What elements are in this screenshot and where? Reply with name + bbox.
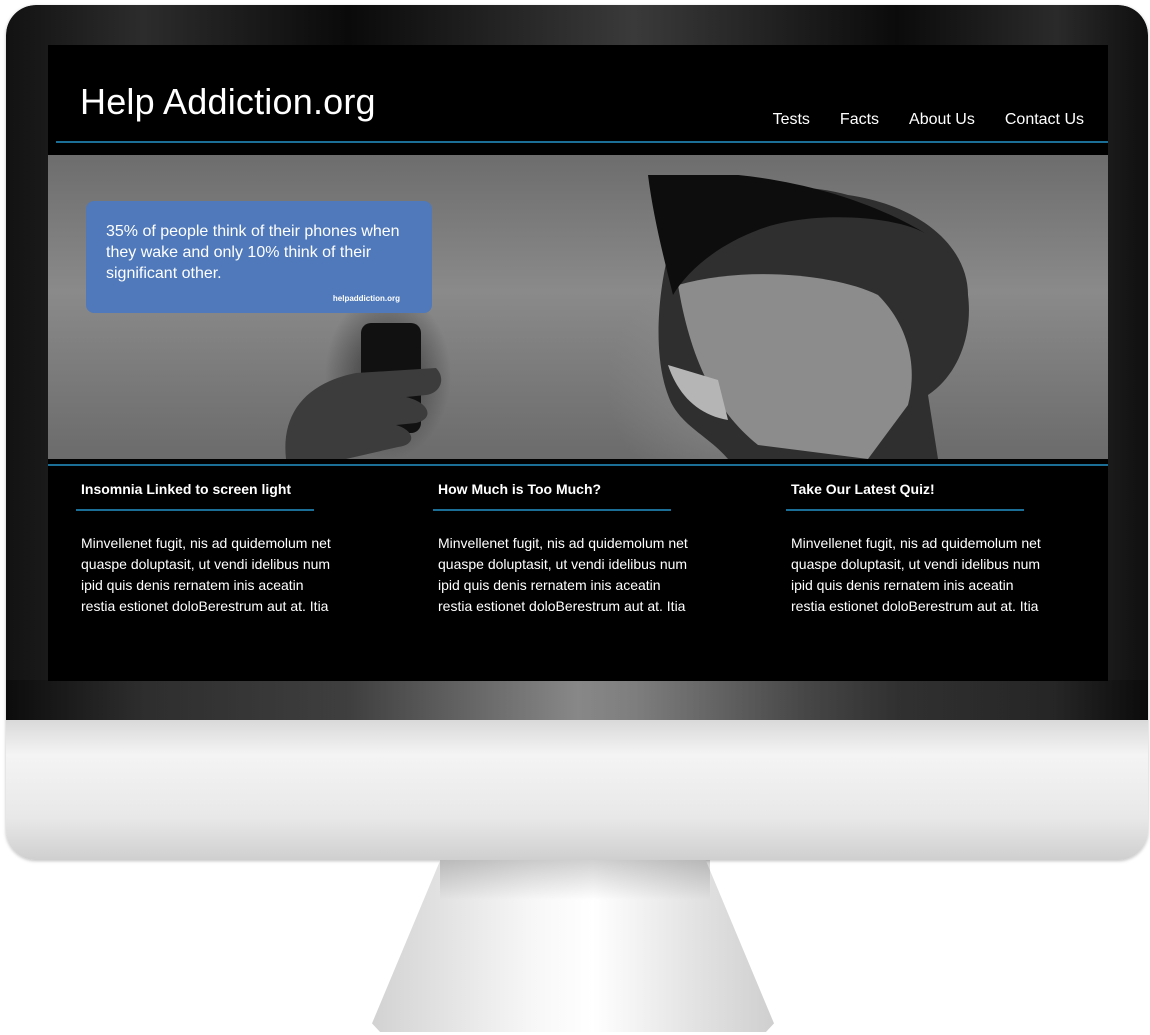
stat-callout: 35% of people think of their phones when… xyxy=(86,201,432,313)
person-head-illustration xyxy=(648,175,969,459)
site-logo[interactable]: Help Addiction.org xyxy=(80,81,376,123)
header-divider xyxy=(56,141,1108,143)
column-rule xyxy=(76,509,314,511)
column-body: Minvellenet fugit, nis ad quidemolum net… xyxy=(438,535,688,614)
column-rule xyxy=(786,509,1024,511)
hero-image: 35% of people think of their phones when… xyxy=(48,155,1108,459)
site-header: Help Addiction.org Tests Facts About Us … xyxy=(48,45,1108,145)
nav-contact-us[interactable]: Contact Us xyxy=(1005,111,1084,129)
column-body: Minvellenet fugit, nis ad quidemolum net… xyxy=(81,535,331,614)
feature-columns: Insomnia Linked to screen light Minvelle… xyxy=(48,481,1108,681)
nav-about-us[interactable]: About Us xyxy=(909,111,975,129)
column-insomnia: Insomnia Linked to screen light Minvelle… xyxy=(76,481,336,617)
column-title[interactable]: Take Our Latest Quiz! xyxy=(786,481,1046,497)
stand-shadow xyxy=(440,860,710,900)
callout-source: helpaddiction.org xyxy=(332,294,400,303)
nav-tests[interactable]: Tests xyxy=(773,111,810,129)
monitor-chin xyxy=(6,720,1148,860)
column-title[interactable]: How Much is Too Much? xyxy=(433,481,693,497)
column-quiz: Take Our Latest Quiz! Minvellenet fugit,… xyxy=(786,481,1046,617)
nav-facts[interactable]: Facts xyxy=(840,111,879,129)
monitor-mockup: Help Addiction.org Tests Facts About Us … xyxy=(0,0,1150,1035)
column-how-much: How Much is Too Much? Minvellenet fugit,… xyxy=(433,481,693,617)
main-nav: Tests Facts About Us Contact Us xyxy=(773,111,1084,129)
callout-text: 35% of people think of their phones when… xyxy=(106,223,400,282)
column-body: Minvellenet fugit, nis ad quidemolum net… xyxy=(791,535,1041,614)
column-rule xyxy=(433,509,671,511)
column-title[interactable]: Insomnia Linked to screen light xyxy=(76,481,336,497)
content-divider xyxy=(48,464,1108,466)
hand-with-phone-illustration xyxy=(285,323,442,459)
website-screen: Help Addiction.org Tests Facts About Us … xyxy=(48,45,1108,681)
